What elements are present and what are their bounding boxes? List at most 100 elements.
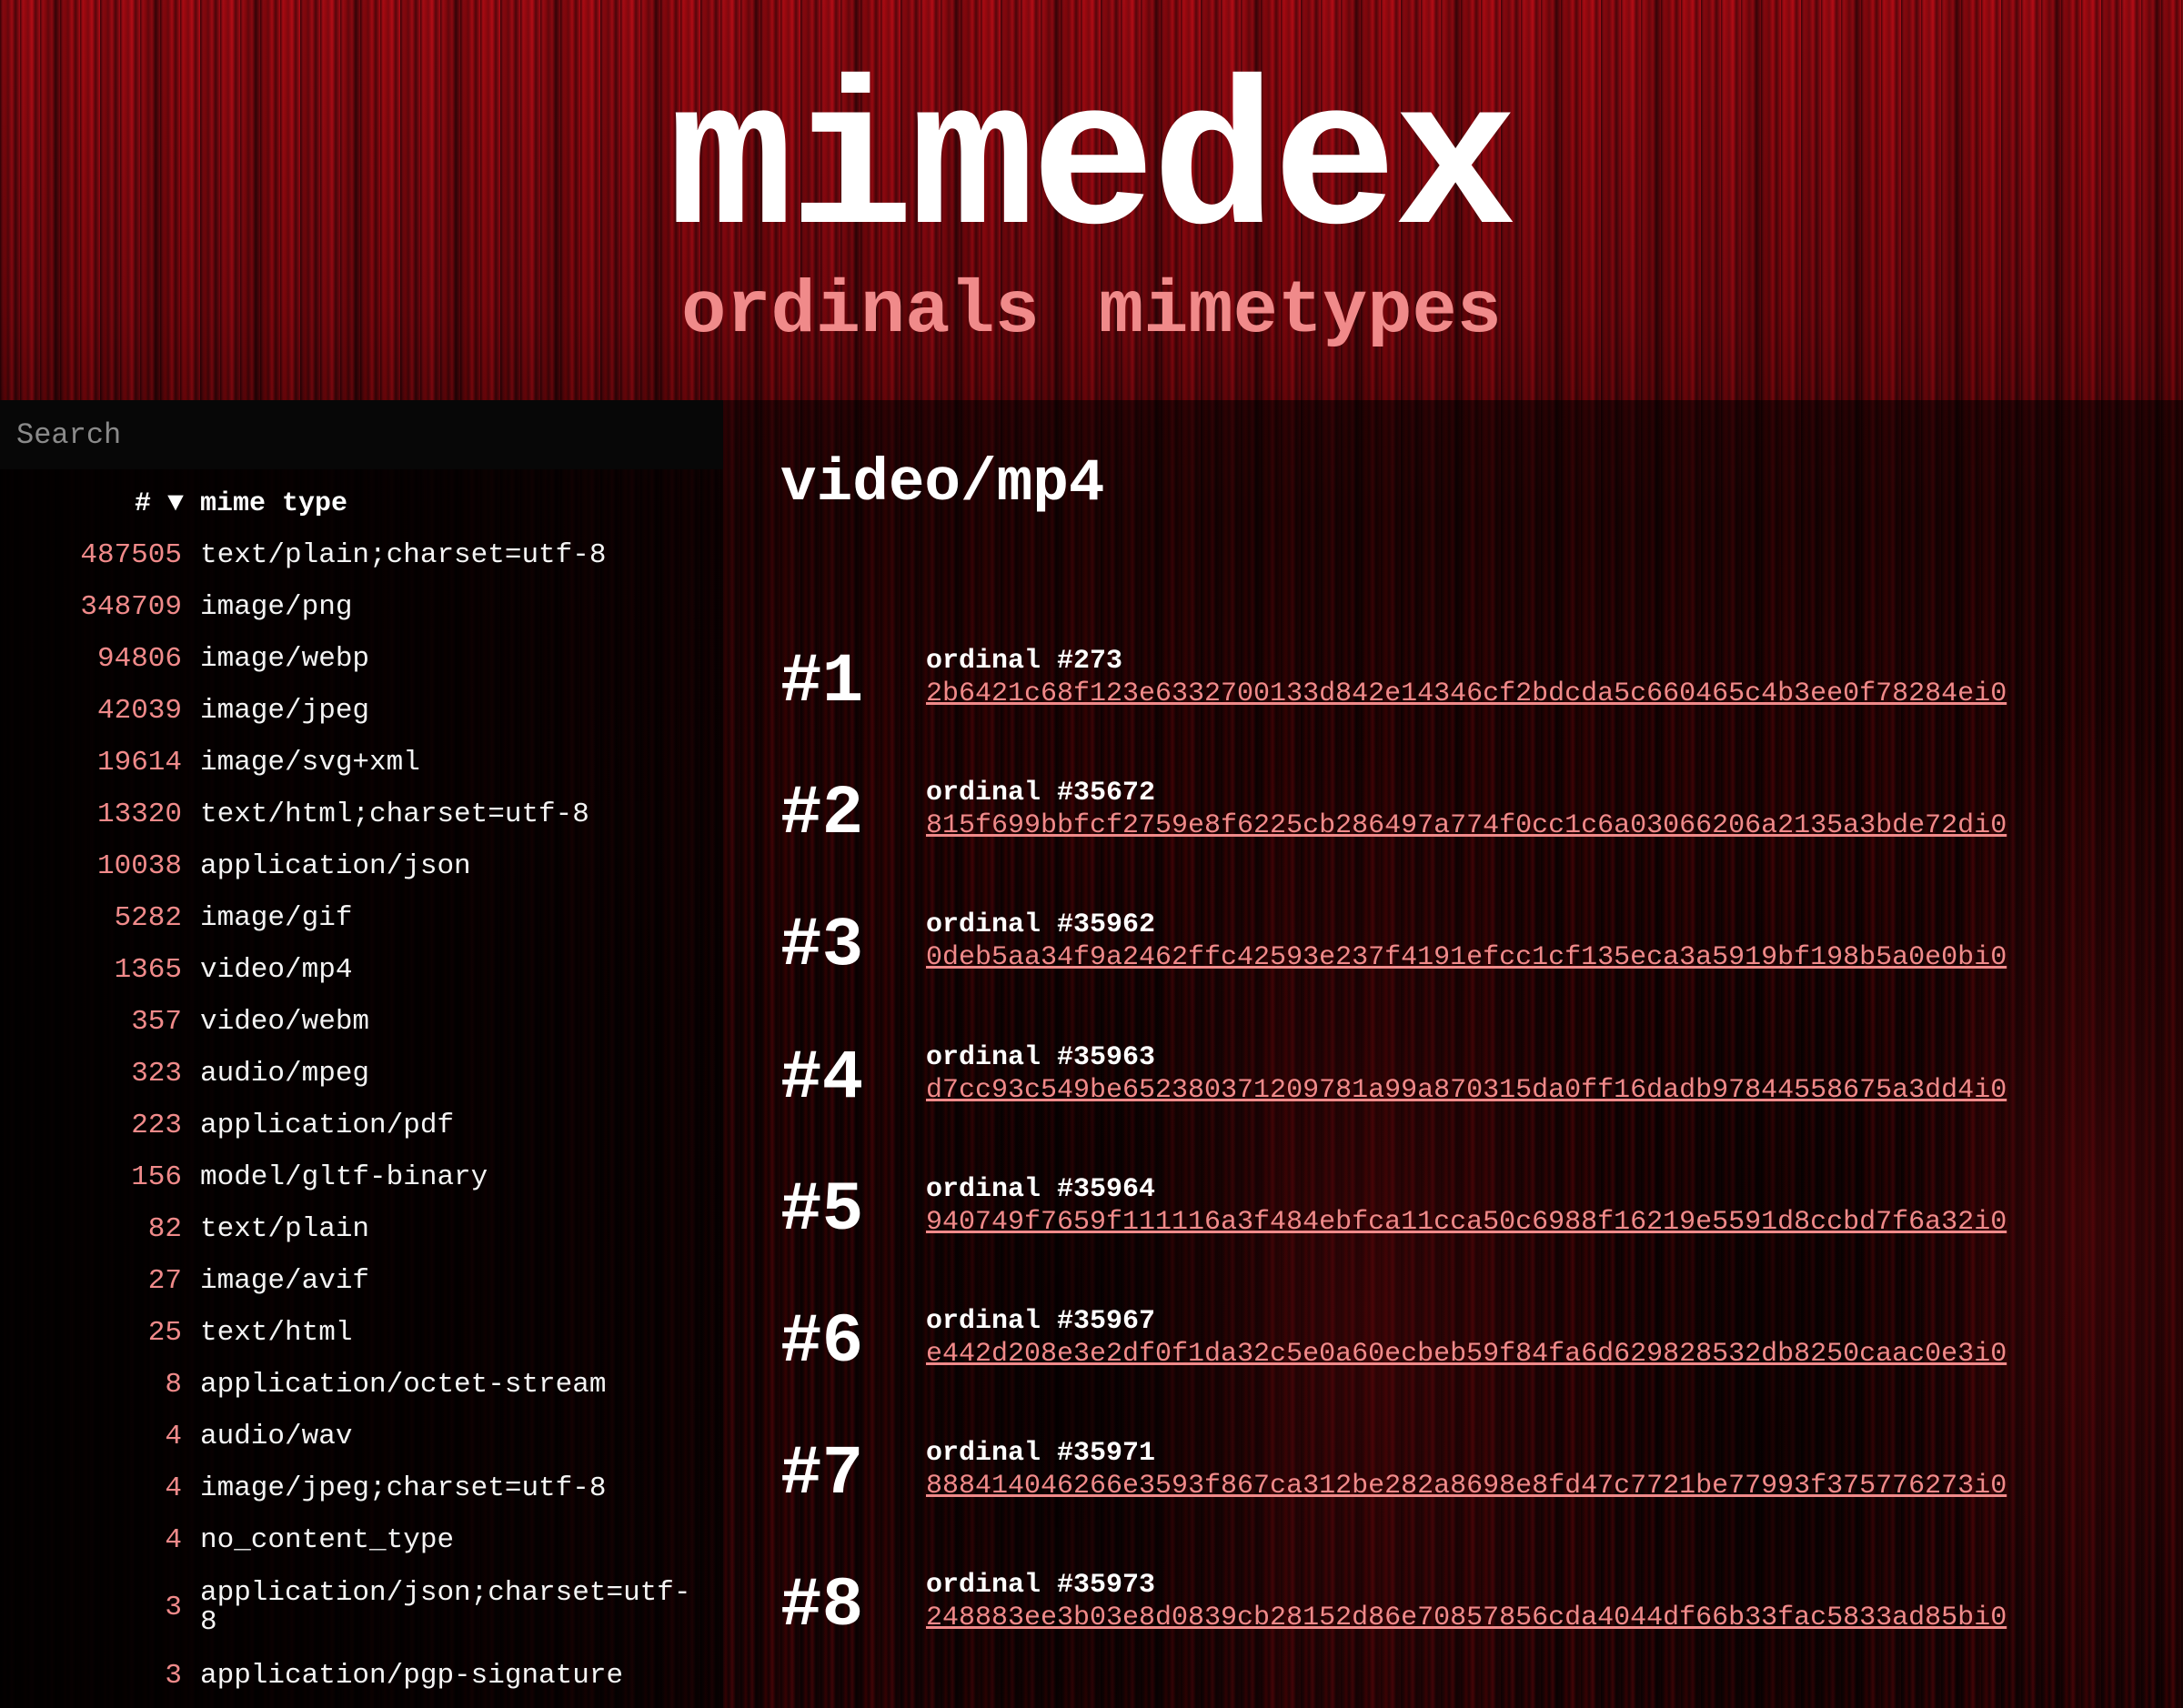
inscription-id-link[interactable]: 888414046266e3593f867ca312be282a8698e8fd… [926,1471,2007,1502]
row-count: 10038 [96,849,182,882]
column-header-count-sort[interactable]: # ▼ [0,478,200,529]
row-mime-type[interactable]: application/pdf [200,1100,723,1151]
row-count: 357 [131,1005,182,1038]
result-rank: #5 [780,1170,864,1250]
table-row[interactable]: 4 image/jpeg;charset=utf-8 [0,1462,723,1514]
row-mime-type[interactable]: audio/mpeg [200,1048,723,1100]
result-rank: #4 [780,1039,864,1118]
inscription-results-list: #1 ordinal #273 2b6421c68f123e6332700133… [780,646,2145,1703]
row-mime-type[interactable]: image/jpeg;charset=utf-8 [200,1462,723,1514]
result-item: #6 ordinal #35967 e442d208e3e2df0f1da32c… [780,1306,2145,1438]
result-item: #7 ordinal #35971 888414046266e3593f867c… [780,1438,2145,1570]
column-header-mime-type[interactable]: mime type [200,478,723,529]
result-item: #2 ordinal #35672 815f699bbfcf2759e8f622… [780,778,2145,909]
row-count: 3 [165,1592,182,1623]
result-rank: #1 [780,643,864,721]
result-ordinal-label: ordinal #35964 [926,1173,1156,1205]
row-count: 25 [147,1316,182,1349]
row-mime-type[interactable]: application/json;charset=utf-8 [200,1566,723,1650]
result-rank: #2 [780,775,864,854]
table-row[interactable]: 13320 text/html;charset=utf-8 [0,789,723,840]
row-count: 94806 [96,642,182,675]
row-mime-type[interactable]: model/gltf-binary [200,1151,723,1203]
result-item: #1 ordinal #273 2b6421c68f123e6332700133… [780,646,2145,778]
table-row[interactable]: 3 application/pgp-signature [0,1650,723,1702]
row-mime-type[interactable]: image/avif [200,1255,723,1307]
row-count: 3 [165,1659,182,1692]
row-mime-type[interactable]: text/html;charset=utf-8 [200,789,723,840]
result-rank: #8 [780,1567,864,1646]
table-row[interactable]: 42039 image/jpeg [0,685,723,737]
row-mime-type[interactable]: no_content_type [200,1514,723,1566]
row-mime-type[interactable]: application/json [200,840,723,892]
result-item: #8 ordinal #35973 248883ee3b03e8d0839cb2… [780,1570,2145,1702]
row-mime-type[interactable]: audio/wav [200,1411,723,1462]
result-rank: #3 [780,907,864,986]
table-row[interactable]: 487505 text/plain;charset=utf-8 [0,529,723,581]
row-mime-type[interactable]: text/html [200,1307,723,1359]
row-mime-type[interactable]: application/octet-stream [200,1359,723,1411]
row-mime-type[interactable]: image/gif [200,892,723,944]
inscription-id-link[interactable]: e442d208e3e2df0f1da32c5e0a60ecbeb59f84fa… [926,1339,2007,1370]
inscription-id-link[interactable]: 815f699bbfcf2759e8f6225cb286497a774f0cc1… [926,810,2007,841]
row-count: 19614 [96,746,182,779]
table-row[interactable]: 4 no_content_type [0,1514,723,1566]
row-mime-type[interactable]: text/plain [200,1203,723,1255]
table-row[interactable]: 4 audio/wav [0,1411,723,1462]
row-mime-type[interactable]: text/plain;charset=utf-8 [200,529,723,581]
inscription-id-link[interactable]: 940749f7659f111116a3f484ebfca11cca50c698… [926,1207,2007,1238]
table-row[interactable]: 357 video/webm [0,996,723,1048]
table-row[interactable]: 348709 image/png [0,581,723,633]
result-item: #3 ordinal #35962 0deb5aa34f9a2462ffc425… [780,909,2145,1041]
row-mime-type[interactable]: image/svg+xml [200,737,723,789]
table-row[interactable]: 8 application/octet-stream [0,1359,723,1411]
row-count: 323 [131,1057,182,1090]
inscription-id-link[interactable]: 2b6421c68f123e6332700133d842e14346cf2bdc… [926,678,2007,709]
inscription-id-link[interactable]: d7cc93c549be652380371209781a99a870315da0… [926,1075,2007,1106]
sidebar: # ▼ mime type 487505 text/plain;charset=u… [0,400,723,1708]
row-count: 156 [131,1160,182,1193]
row-count: 8 [165,1368,182,1401]
mime-type-table: # ▼ mime type 487505 text/plain;charset=u… [0,478,723,1702]
row-count: 1365 [114,953,182,986]
row-count: 5282 [114,901,182,934]
table-row[interactable]: 1365 video/mp4 [0,944,723,996]
result-rank: #6 [780,1302,864,1381]
table-row[interactable]: 156 model/gltf-binary [0,1151,723,1203]
row-mime-type[interactable]: image/png [200,581,723,633]
table-row[interactable]: 5282 image/gif [0,892,723,944]
row-count: 223 [131,1109,182,1141]
table-row[interactable]: 323 audio/mpeg [0,1048,723,1100]
nav-link-mimetypes[interactable]: mimetypes [1099,269,1502,354]
table-row[interactable]: 19614 image/svg+xml [0,737,723,789]
search-input[interactable] [0,400,723,469]
table-row[interactable]: 10038 application/json [0,840,723,892]
inscription-id-link[interactable]: 248883ee3b03e8d0839cb28152d86e70857856cd… [926,1603,2007,1633]
table-row[interactable]: 27 image/avif [0,1255,723,1307]
row-count: 13320 [96,798,182,830]
row-count: 4 [165,1420,182,1452]
inscription-id-link[interactable]: 0deb5aa34f9a2462ffc42593e237f4191efcc1cf… [926,942,2007,973]
table-row[interactable]: 25 text/html [0,1307,723,1359]
table-row[interactable]: 223 application/pdf [0,1100,723,1151]
row-count: 348709 [80,590,182,623]
result-item: #4 ordinal #35963 d7cc93c549be6523803712… [780,1042,2145,1174]
result-item: #5 ordinal #35964 940749f7659f111116a3f4… [780,1174,2145,1306]
table-row[interactable]: 3 application/json;charset=utf-8 [0,1566,723,1650]
site-header: mimedex ordinals mimetypes [0,0,2183,400]
row-mime-type[interactable]: video/mp4 [200,944,723,996]
row-count: 27 [147,1264,182,1297]
nav-link-ordinals[interactable]: ordinals [681,269,1040,354]
row-count: 4 [165,1523,182,1556]
result-rank: #7 [780,1435,864,1514]
row-mime-type[interactable]: application/pgp-signature [200,1650,723,1702]
row-count: 487505 [80,538,182,571]
table-row[interactable]: 94806 image/webp [0,633,723,685]
row-count: 4 [165,1472,182,1504]
top-nav: ordinals mimetypes [0,271,2183,353]
site-title[interactable]: mimedex [0,64,2183,271]
row-mime-type[interactable]: image/jpeg [200,685,723,737]
row-mime-type[interactable]: video/webm [200,996,723,1048]
table-row[interactable]: 82 text/plain [0,1203,723,1255]
row-mime-type[interactable]: image/webp [200,633,723,685]
